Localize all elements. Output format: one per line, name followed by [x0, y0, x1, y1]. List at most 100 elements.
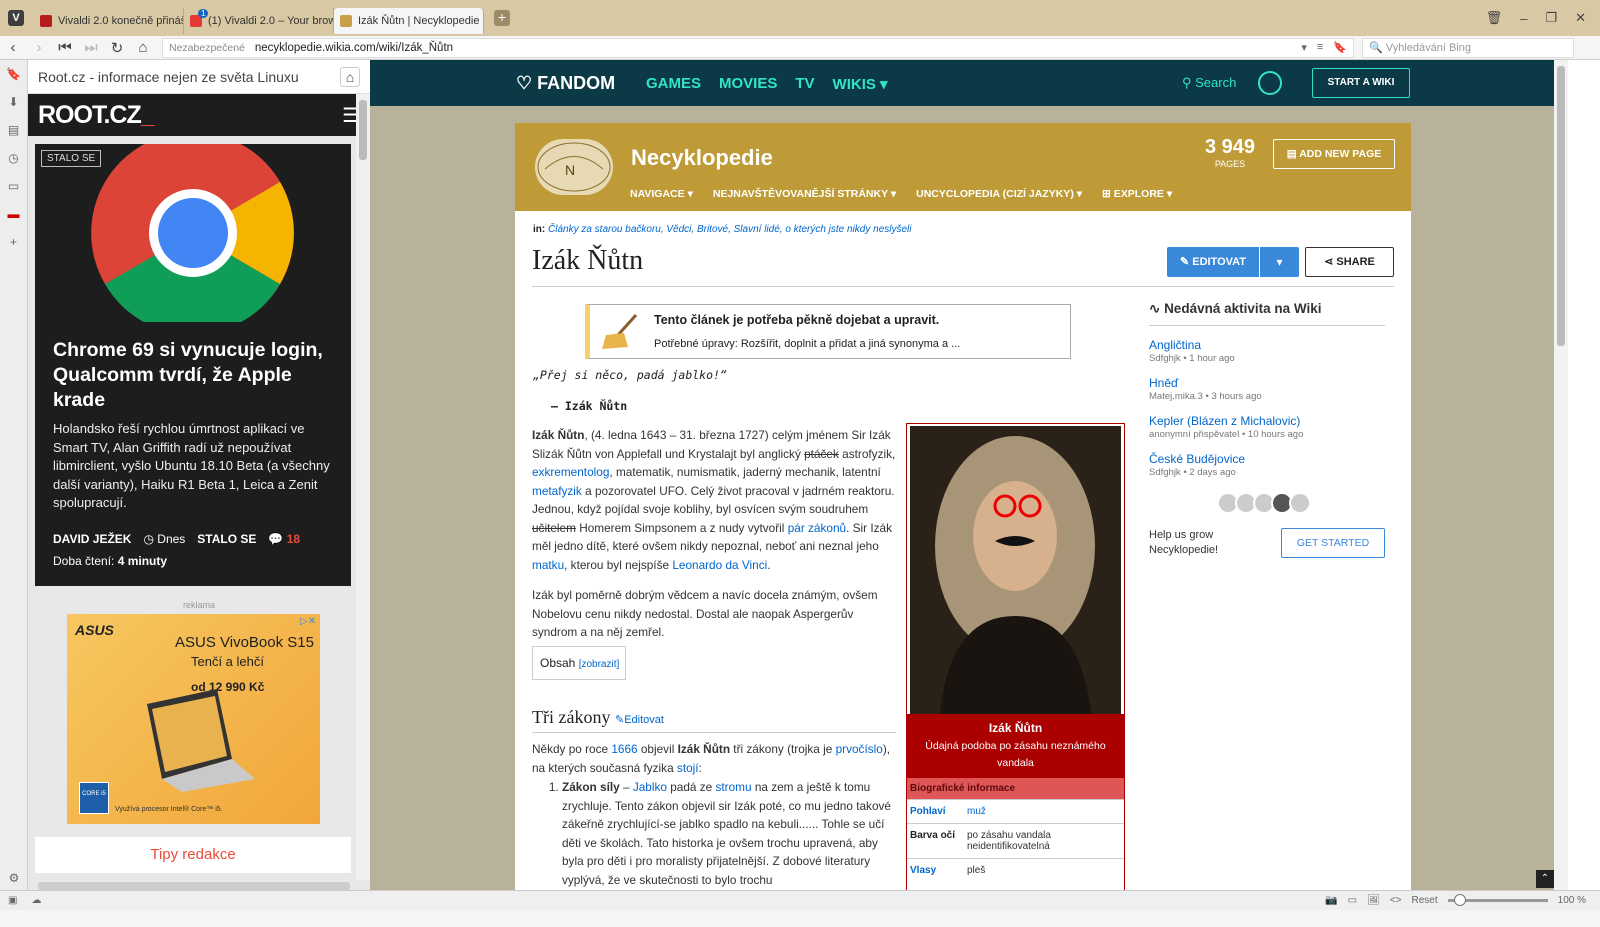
wiki-name[interactable]: Necyklopedie [631, 145, 773, 171]
nav-games[interactable]: GAMES [646, 75, 701, 93]
downloads-icon[interactable]: ⬇ [0, 88, 27, 116]
zoom-slider-handle[interactable] [1453, 894, 1466, 906]
trash-icon[interactable]: 🗑 [1486, 10, 1503, 26]
laws-list: Zákon síly – Jablko padá ze stromu na ze… [532, 778, 896, 889]
image-icon[interactable]: 🖼 [1367, 895, 1380, 906]
history-icon[interactable]: ◷ [0, 144, 27, 172]
zoom-slider[interactable] [1447, 894, 1548, 906]
tab-youtube[interactable]: 1 (1) Vivaldi 2.0 – Your browse [184, 8, 334, 34]
fandom-logo[interactable]: ♡ FANDOM [516, 73, 615, 94]
bookmarks-icon[interactable]: 🔖 [0, 60, 27, 88]
new-tab-button[interactable]: + [494, 10, 510, 26]
table-of-contents: Obsah [zobrazit] [532, 646, 626, 680]
fandom-search[interactable]: ⚲ Search [1182, 75, 1236, 91]
activity-item: České Budějovice Sdfghjk • 2 days ago [1149, 452, 1246, 478]
infobox-row: Barva očí po zásahu vandala neidentifikov… [907, 823, 1124, 858]
rewind-icon[interactable]: ⏮ [52, 39, 78, 56]
tab-bar: V Vivaldi 2.0 konečně přináší 1 (1) Vival… [0, 0, 1600, 36]
add-panel-icon[interactable]: + [0, 228, 27, 256]
nav-movies[interactable]: MOVIES [719, 75, 777, 93]
nav-tv[interactable]: TV [795, 75, 814, 93]
settings-icon[interactable]: ⚙ [0, 864, 28, 892]
scroll-thumb[interactable] [1557, 66, 1565, 346]
wiki-header: N Necyklopedie NAVIGACE ▾ NEJNAVŠTĚVOVAN… [515, 123, 1411, 211]
search-field[interactable]: 🔍 Vyhledávání Bing [1362, 37, 1574, 58]
menu-explore[interactable]: ⊞ EXPLORE ▾ [1102, 188, 1172, 200]
add-new-page-button[interactable]: ▤ ADD NEW PAGE [1273, 139, 1395, 169]
window-icon[interactable]: ▭ [0, 172, 27, 200]
menu-navigace[interactable]: NAVIGACE ▾ [630, 188, 693, 200]
chrome-logo-image [91, 144, 294, 322]
panel-toggle-icon[interactable]: ▣ [8, 895, 17, 906]
panel-horizontal-scrollbar[interactable] [38, 882, 350, 890]
toc-toggle[interactable]: [zobrazit] [579, 659, 620, 670]
ad-info-icon[interactable]: ▷✕ [300, 616, 316, 627]
article-perex: Holandsko řeší rychlou úmrtnost aplikací… [53, 421, 330, 510]
ad-banner[interactable]: ASUS ASUS VivoBook S15 Tenčí a lehčí od … [67, 614, 320, 824]
reader-icon[interactable]: ≡ [1317, 41, 1323, 54]
tab-necyklopedie[interactable]: Izák Ňůtn | Necyklopedie [334, 8, 484, 34]
search-icon: 🔍 [1369, 42, 1386, 54]
start-wiki-button[interactable]: START A WIKI [1312, 68, 1410, 98]
portrait-image[interactable] [910, 426, 1121, 714]
url-field[interactable]: Nezabezpečené necyklopedie.wikia.com/wik… [162, 37, 1354, 58]
reload-icon[interactable]: ↻ [104, 39, 130, 57]
web-panel-root-icon[interactable]: ▬ [0, 200, 27, 228]
fast-forward-icon[interactable]: ⏭ [78, 39, 104, 56]
dropdown-icon[interactable]: ▾ [1301, 41, 1307, 54]
tab-vivaldi-news[interactable]: Vivaldi 2.0 konečně přináší [34, 8, 184, 34]
avatar[interactable] [1289, 492, 1311, 514]
panel-title: Root.cz - informace nejen ze světa Linux… [38, 68, 299, 85]
root-logo[interactable]: ROOT.CZ_ [38, 101, 155, 130]
read-time: Doba čtení: 4 minuty [53, 554, 168, 568]
nav-wikis[interactable]: WIKIS ▾ [833, 75, 888, 93]
edit-dropdown-button[interactable]: ▾ [1260, 247, 1299, 277]
tipy-redakce[interactable]: Tipy redakce [35, 837, 351, 873]
section-edit-link[interactable]: ✎Editovat [615, 714, 664, 726]
share-button[interactable]: ⋖ SHARE [1305, 247, 1394, 277]
security-label[interactable]: Nezabezpečené [169, 42, 245, 54]
home-icon[interactable]: ⌂ [130, 39, 156, 56]
page-scrollbar[interactable] [1554, 60, 1568, 890]
forward-icon[interactable]: › [26, 39, 52, 56]
minimize-icon[interactable]: – [1520, 11, 1527, 26]
screenshot-icon[interactable]: 📷 [1325, 895, 1337, 906]
code-icon[interactable]: <> [1390, 895, 1402, 906]
get-started-button[interactable]: GET STARTED [1281, 528, 1385, 558]
window-edge [1568, 60, 1600, 890]
category-tag[interactable]: STALO SE [41, 150, 102, 167]
bookmark-icon[interactable]: 🔖 [1333, 41, 1347, 54]
url-text[interactable]: necyklopedie.wikia.com/wiki/Izák_Ňůtn [255, 42, 453, 54]
scroll-top-icon[interactable]: ⌃ [1536, 870, 1554, 888]
panel-home-icon[interactable]: ⌂ [340, 66, 360, 87]
menu-uncyclopedia[interactable]: UNCYCLOPEDIA (CIZÍ JAZYKY) ▾ [916, 188, 1082, 200]
edit-button[interactable]: ✎ EDITOVAT [1167, 247, 1259, 277]
notes-icon[interactable]: ▤ [0, 116, 27, 144]
scroll-thumb[interactable] [359, 100, 367, 160]
article-card[interactable]: STALO SE Chrome 69 si vynucuje login, Qu… [35, 144, 351, 586]
maximize-icon[interactable]: ❐ [1545, 10, 1557, 26]
vivaldi-menu-icon[interactable]: V [8, 10, 24, 26]
fandom-nav: GAMES MOVIES TV WIKIS ▾ [646, 75, 888, 93]
category-links[interactable]: Články za starou bačkoru, Vědci, Britové… [548, 224, 912, 235]
ad-model: ASUS VivoBook S15 [175, 634, 314, 651]
back-icon[interactable]: ‹ [0, 39, 26, 56]
categories: in: Články za starou bačkoru, Vědci, Bri… [533, 224, 912, 235]
wiki-favicon-icon [340, 15, 352, 27]
intel-badge: CORE i5 [79, 782, 109, 814]
ad-claim: Tenčí a lehčí [191, 654, 264, 669]
menu-popular[interactable]: NEJNAVŠTĚVOVANĚJŠÍ STRÁNKY ▾ [713, 188, 896, 200]
wiki-logo-image[interactable]: N [535, 139, 613, 195]
tile-icon[interactable]: ▭ [1348, 895, 1357, 906]
zoom-reset-button[interactable]: Reset [1412, 895, 1438, 906]
window-controls: 🗑 – ❐ ✕ [1486, 0, 1600, 36]
comments-count[interactable]: 💬 18 [268, 532, 300, 546]
author[interactable]: DAVID JEŽEK [53, 532, 131, 546]
section[interactable]: STALO SE [197, 532, 256, 546]
article-headline[interactable]: Chrome 69 si vynucuje login, Qualcomm tv… [53, 338, 339, 413]
user-avatar-icon[interactable] [1258, 71, 1282, 95]
close-icon[interactable]: ✕ [1575, 10, 1586, 26]
panel-scrollbar[interactable] [356, 94, 370, 880]
cloud-sync-icon[interactable]: ☁ [31, 895, 41, 906]
search-placeholder: Vyhledávání Bing [1385, 41, 1471, 54]
